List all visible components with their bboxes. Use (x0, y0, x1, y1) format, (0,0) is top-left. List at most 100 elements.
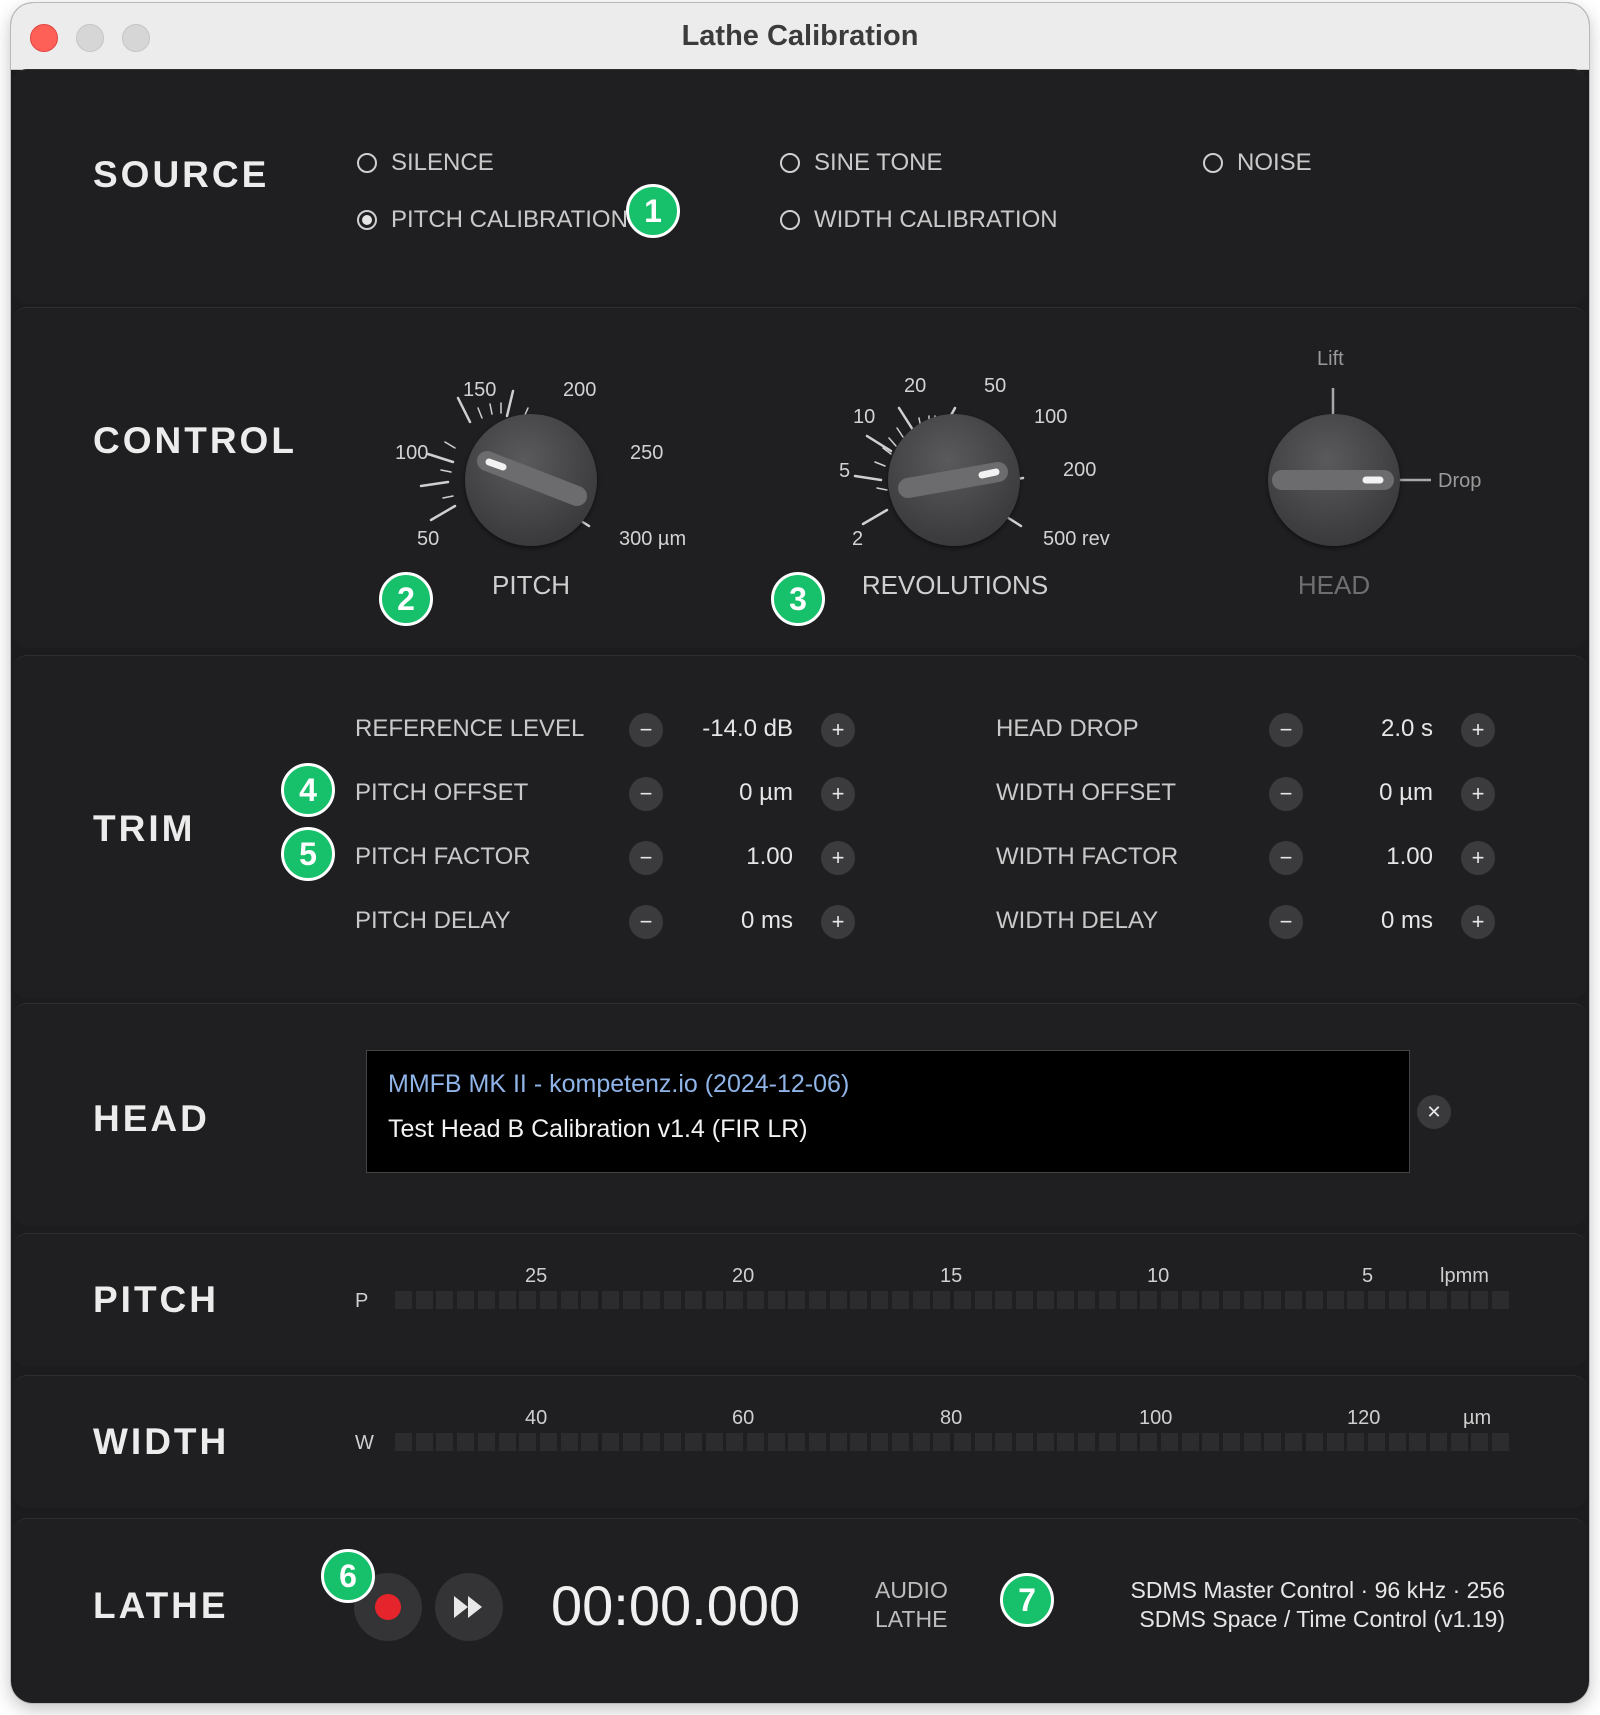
radio-pitch-calibration[interactable] (357, 210, 377, 230)
meter-segment (1367, 1291, 1385, 1309)
meter-segment (1119, 1433, 1137, 1451)
pitch-factor-value: 1.00 (746, 843, 793, 870)
meter-segment (809, 1291, 826, 1309)
meter-segment (539, 1291, 557, 1309)
meter-segment (1036, 1291, 1054, 1309)
meter-segment (871, 1291, 889, 1309)
head-pos-lift: Lift (1317, 348, 1344, 370)
meter-segment (1326, 1291, 1344, 1309)
head-knob-indicator (1272, 470, 1394, 490)
meter-segment (1347, 1433, 1365, 1451)
meter-segment (1078, 1433, 1096, 1451)
width-delay-plus-button[interactable]: + (1461, 905, 1495, 939)
head-profile-box[interactable]: MMFB MK II - kompetenz.io (2024-12-06) T… (366, 1050, 1451, 1173)
head-profile-link[interactable]: MMFB MK II - kompetenz.io (2024-12-06) (388, 1070, 849, 1099)
meter-segment (1119, 1291, 1137, 1309)
source-panel: SOURCE SILENCE SINE TONE NOISE PITCH CAL… (13, 69, 1587, 304)
fast-forward-button[interactable] (435, 1573, 503, 1641)
width-tick-120: 120 (1347, 1407, 1381, 1429)
meter-segment (953, 1433, 971, 1451)
head-drop-plus-button[interactable]: + (1461, 713, 1495, 747)
pitch-scale-300: 300 µm (619, 528, 687, 550)
meter-segment (829, 1433, 847, 1451)
pitch-tick-15: 15 (940, 1265, 963, 1287)
mode-line-audio: AUDIO (875, 1577, 948, 1603)
pitch-scale-150: 150 (463, 379, 497, 401)
clear-head-button[interactable]: ✕ (1417, 1095, 1451, 1129)
badge-7: 7 (1000, 1573, 1054, 1627)
meter-segment (1471, 1433, 1489, 1451)
meter-segment (581, 1433, 599, 1451)
pitch-scale-200: 200 (563, 379, 597, 401)
radio-silence[interactable] (357, 153, 377, 173)
pitch-factor-plus-button[interactable]: + (821, 841, 855, 875)
pitch-tick-20: 20 (732, 1265, 755, 1287)
meter-segment (767, 1433, 785, 1451)
meter-segment (1347, 1291, 1365, 1309)
meter-segment (1409, 1433, 1427, 1451)
head-knob-label: HEAD (1297, 570, 1371, 600)
pitch-knob-label: PITCH (492, 570, 570, 600)
meter-segment (477, 1291, 495, 1309)
fast-forward-icon (454, 1596, 482, 1618)
pitch-offset-plus-button[interactable]: + (821, 777, 855, 811)
badge-5: 5 (281, 827, 335, 881)
meter-segment (953, 1291, 971, 1309)
title-bar: Lathe Calibration (11, 3, 1589, 70)
meter-segment (1243, 1291, 1261, 1309)
meter-segment (1036, 1433, 1054, 1451)
meter-segment (891, 1433, 909, 1451)
meter-segment (1057, 1291, 1075, 1309)
pitch-delay-plus-button[interactable]: + (821, 905, 855, 939)
width-factor-plus-button[interactable]: + (1461, 841, 1495, 875)
meter-segment (850, 1291, 868, 1309)
trim-title: TRIM (93, 808, 196, 849)
badge-2: 2 (379, 572, 433, 626)
meter-segment (871, 1433, 889, 1451)
radio-noise[interactable] (1203, 153, 1223, 173)
meter-segment (498, 1433, 516, 1451)
mode-line-lathe: LATHE (875, 1606, 948, 1632)
meter-segment (1016, 1291, 1033, 1309)
meter-segment (891, 1291, 909, 1309)
meter-segment (643, 1291, 661, 1309)
meter-segment (664, 1291, 682, 1309)
pitch-unit: lpmm (1440, 1265, 1489, 1287)
meter-segment (602, 1291, 619, 1309)
meter-segment (1430, 1433, 1447, 1451)
meter-segment (974, 1433, 992, 1451)
source-title: SOURCE (93, 154, 270, 195)
width-channel-label: W (355, 1432, 374, 1454)
meter-segment (602, 1433, 619, 1451)
meter-segment (1430, 1291, 1447, 1309)
lathe-panel: LATHE 00:00.000 AUDIO LATHE SDMS Master … (13, 1518, 1587, 1703)
meter-segment (1471, 1291, 1489, 1309)
meter-segment (933, 1433, 951, 1451)
meter-segment (726, 1433, 744, 1451)
badge-4: 4 (281, 763, 335, 817)
meter-segment (519, 1433, 537, 1451)
pitch-tick-25: 25 (525, 1265, 548, 1287)
pitch-scale-50: 50 (417, 528, 440, 550)
width-offset-plus-button[interactable]: + (1461, 777, 1495, 811)
meter-segment (746, 1291, 764, 1309)
width-meter-title: WIDTH (93, 1421, 230, 1462)
meter-segment (788, 1433, 806, 1451)
meter-segment (415, 1433, 433, 1451)
meter-segment (1057, 1433, 1075, 1451)
meter-segment (643, 1433, 661, 1451)
reference-level-plus-button[interactable]: + (821, 713, 855, 747)
rev-scale-50: 50 (984, 375, 1007, 397)
radio-sine-tone[interactable] (780, 153, 800, 173)
badge-6: 6 (321, 1549, 375, 1603)
meter-segment (1305, 1433, 1323, 1451)
meter-segment (1223, 1291, 1240, 1309)
control-title: CONTROL (93, 420, 297, 461)
head-profile-name: Test Head B Calibration v1.4 (FIR LR) (388, 1115, 808, 1143)
head-pos-drop: Drop (1438, 470, 1482, 492)
width-tick-100: 100 (1139, 1407, 1173, 1429)
meter-segment (684, 1291, 702, 1309)
meter-segment (1098, 1291, 1116, 1309)
radio-width-calibration[interactable] (780, 210, 800, 230)
meter-segment (1285, 1291, 1303, 1309)
